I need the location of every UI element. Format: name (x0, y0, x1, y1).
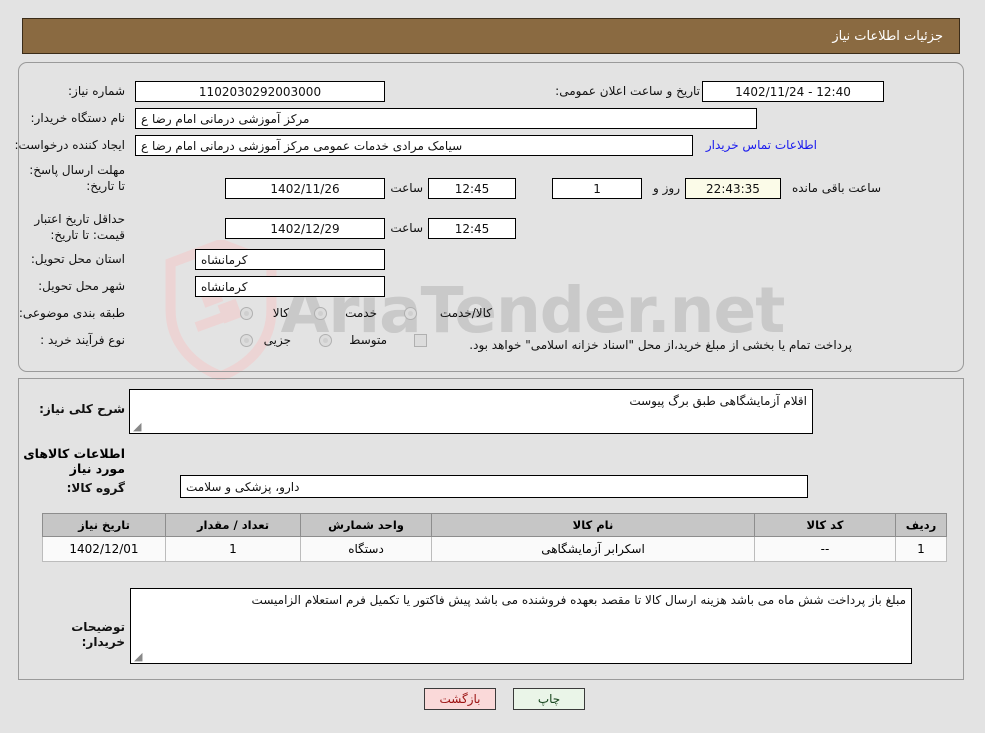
label-classification-khedmat: خدمت (345, 306, 377, 320)
label-classification: طبقه بندی موضوعی: (18, 306, 125, 320)
label-reply-deadline-time: ساعت (390, 181, 423, 195)
col-radif: ردیف (895, 513, 947, 537)
reply-deadline-date-field[interactable]: 1402/11/26 (225, 178, 385, 199)
label-process-jozii: جزیی (263, 333, 291, 347)
label-requester: ایجاد کننده درخواست: (14, 138, 125, 152)
countdown-days-field: 1 (552, 178, 642, 199)
col-code: کد کالا (754, 513, 896, 537)
col-need-date: تاریخ نیاز (42, 513, 166, 537)
label-public-announce: تاریخ و ساعت اعلان عمومی: (555, 84, 700, 98)
resize-grip-icon-2[interactable]: ◣ (134, 650, 144, 663)
label-classification-kala-khedmat: کالا/خدمت (439, 306, 492, 320)
countdown-suffix-label: ساعت باقی مانده (791, 181, 881, 195)
label-process-type: نوع فرآیند خرید : (40, 333, 125, 347)
label-need-number: شماره نیاز: (68, 84, 125, 98)
buyer-contact-link[interactable]: اطلاعات تماس خریدار (706, 138, 817, 152)
radio-process-jozii[interactable] (240, 334, 253, 347)
cell-qty: 1 (165, 536, 301, 562)
checkbox-process-note[interactable] (414, 334, 427, 347)
province-field[interactable]: کرمانشاه (195, 249, 385, 270)
requester-field[interactable]: سیامک مرادی خدمات عمومی مرکز آموزشی درما… (135, 135, 693, 156)
buyer-notes-text: مبلغ باز پرداخت شش ماه می باشد هزینه ارس… (251, 593, 906, 607)
col-name: نام کالا (431, 513, 755, 537)
label-buyer-org: نام دستگاه خریدار: (30, 111, 126, 125)
items-table: ردیف کد کالا نام کالا واحد شمارش تعداد /… (42, 513, 947, 562)
cell-name: اسکرابر آزمایشگاهی (431, 536, 755, 562)
label-goods-group: گروه کالا: (66, 481, 125, 495)
table-row: 1 -- اسکرابر آزمایشگاهی دستگاه 1 1402/12… (42, 536, 947, 562)
table-header-row: ردیف کد کالا نام کالا واحد شمارش تعداد /… (42, 513, 947, 537)
label-reply-deadline: مهلت ارسال پاسخ: تا تاریخ: (29, 163, 125, 193)
cell-need-date: 1402/12/01 (42, 536, 166, 562)
page-header-bar: جزئیات اطلاعات نیاز (22, 18, 960, 54)
label-price-validity-time: ساعت (390, 221, 423, 235)
goods-section-heading: اطلاعات کالاهای مورد نیاز (23, 446, 125, 476)
cell-code: -- (754, 536, 896, 562)
buyer-org-field[interactable]: مرکز آموزشی درمانی امام رضا ع (135, 108, 757, 129)
goods-group-field[interactable]: دارو، پزشکی و سلامت (180, 475, 808, 498)
label-need-summary: شرح کلی نیاز: (39, 402, 125, 416)
price-validity-date-field[interactable]: 1402/12/29 (225, 218, 385, 239)
col-unit: واحد شمارش (300, 513, 432, 537)
public-announce-field[interactable]: 12:40 - 1402/11/24 (702, 81, 884, 102)
countdown-clock-field: 22:43:35 (685, 178, 781, 199)
cell-unit: دستگاه (300, 536, 432, 562)
label-classification-kala: کالا (272, 306, 289, 320)
city-field[interactable]: کرمانشاه (195, 276, 385, 297)
need-summary-text: اقلام آزمایشگاهی طبق برگ پیوست (629, 394, 807, 408)
countdown-days-separator: روز و (653, 181, 680, 195)
label-buyer-notes: توضیحات خریدار: (71, 620, 125, 649)
need-number-field[interactable]: 1102030292003000 (135, 81, 385, 102)
need-summary-textarea[interactable]: اقلام آزمایشگاهی طبق برگ پیوست ◣ (129, 389, 813, 434)
print-button[interactable]: چاپ (513, 688, 585, 710)
label-price-validity: حداقل تاریخ اعتبار قیمت: تا تاریخ: (34, 212, 125, 242)
page-title: جزئیات اطلاعات نیاز (832, 28, 943, 44)
radio-process-motevaset[interactable] (319, 334, 332, 347)
process-type-note: پرداخت تمام یا بخشی از مبلغ خرید،از محل … (469, 338, 852, 352)
col-qty: تعداد / مقدار (165, 513, 301, 537)
radio-classification-kala-khedmat[interactable] (404, 307, 417, 320)
label-province: استان محل تحویل: (30, 252, 125, 266)
label-process-motevaset: متوسط (349, 333, 387, 347)
buyer-notes-textarea[interactable]: مبلغ باز پرداخت شش ماه می باشد هزینه ارس… (130, 588, 912, 664)
back-button[interactable]: بازگشت (424, 688, 496, 710)
reply-deadline-time-field[interactable]: 12:45 (428, 178, 516, 199)
cell-radif: 1 (895, 536, 947, 562)
resize-grip-icon[interactable]: ◣ (133, 420, 143, 433)
label-city: شهر محل تحویل: (38, 279, 125, 293)
price-validity-time-field[interactable]: 12:45 (428, 218, 516, 239)
radio-classification-kala[interactable] (240, 307, 253, 320)
radio-classification-khedmat[interactable] (314, 307, 327, 320)
